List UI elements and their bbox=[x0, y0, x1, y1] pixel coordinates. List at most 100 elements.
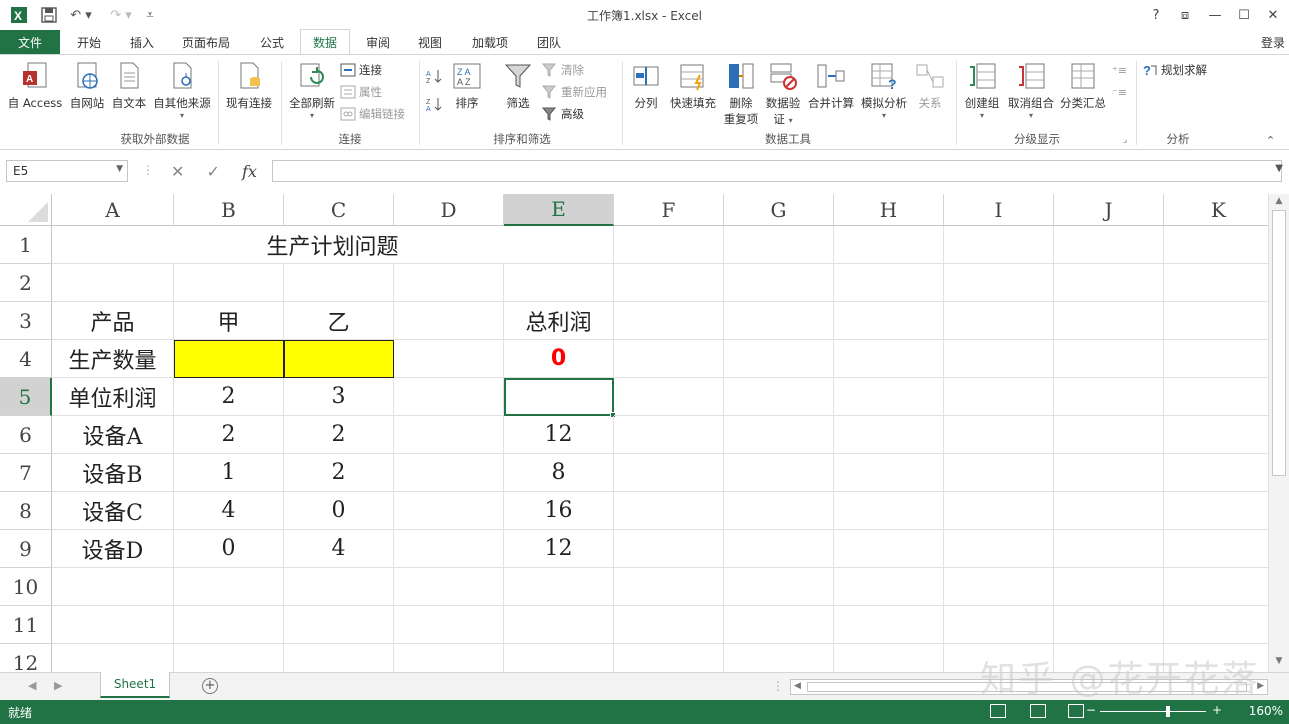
cell-g7[interactable] bbox=[724, 454, 834, 492]
cell-i3[interactable] bbox=[944, 302, 1054, 340]
cell-g1[interactable] bbox=[724, 226, 834, 264]
cell-e12[interactable] bbox=[504, 644, 614, 672]
cell-a11[interactable] bbox=[52, 606, 174, 644]
group-button[interactable]: 创建组 ▾ bbox=[960, 61, 1004, 120]
tab-splitter-icon[interactable]: ⋮ bbox=[772, 679, 784, 693]
column-header-j[interactable]: J bbox=[1054, 194, 1164, 226]
cell-d10[interactable] bbox=[394, 568, 504, 606]
cell-k4[interactable] bbox=[1164, 340, 1268, 378]
advanced-filter-button[interactable]: 高级 bbox=[542, 105, 584, 123]
zoom-out-icon[interactable]: − bbox=[1086, 703, 1096, 717]
cell-j1[interactable] bbox=[1054, 226, 1164, 264]
from-text-button[interactable]: 自文本 bbox=[108, 61, 150, 111]
cell-f2[interactable] bbox=[614, 264, 724, 302]
cell-c10[interactable] bbox=[284, 568, 394, 606]
tab-data[interactable]: 数据 bbox=[300, 29, 350, 55]
minimize-button[interactable]: — bbox=[1200, 4, 1230, 26]
tab-team[interactable]: 团队 bbox=[524, 30, 574, 54]
cell-f4[interactable] bbox=[614, 340, 724, 378]
cell-c4[interactable] bbox=[284, 340, 394, 378]
cell-h9[interactable] bbox=[834, 530, 944, 568]
help-button[interactable]: ? bbox=[1141, 4, 1171, 26]
cell-j4[interactable] bbox=[1054, 340, 1164, 378]
subtotal-button[interactable]: 分类汇总 bbox=[1058, 61, 1108, 111]
cell-k2[interactable] bbox=[1164, 264, 1268, 302]
cell-c2[interactable] bbox=[284, 264, 394, 302]
maximize-button[interactable]: ☐ bbox=[1229, 4, 1259, 26]
cell-h11[interactable] bbox=[834, 606, 944, 644]
formula-input[interactable] bbox=[272, 160, 1282, 182]
select-all-corner[interactable] bbox=[0, 194, 52, 226]
cell-g2[interactable] bbox=[724, 264, 834, 302]
cell-a3[interactable]: 产品 bbox=[52, 302, 174, 340]
flash-fill-button[interactable]: 快速填充 bbox=[666, 61, 720, 111]
cell-g3[interactable] bbox=[724, 302, 834, 340]
cell-h5[interactable] bbox=[834, 378, 944, 416]
outline-dialog-launcher-icon[interactable]: ⌟ bbox=[1123, 131, 1127, 149]
cell-a10[interactable] bbox=[52, 568, 174, 606]
column-header-i[interactable]: I bbox=[944, 194, 1054, 226]
cell-i2[interactable] bbox=[944, 264, 1054, 302]
cell-i8[interactable] bbox=[944, 492, 1054, 530]
cell-e8[interactable]: 16 bbox=[504, 492, 614, 530]
tab-home[interactable]: 开始 bbox=[64, 30, 114, 54]
ribbon-display-button[interactable]: ⧈ bbox=[1170, 4, 1200, 26]
cell-b7[interactable]: 1 bbox=[174, 454, 284, 492]
cell-j8[interactable] bbox=[1054, 492, 1164, 530]
zoom-slider-knob[interactable] bbox=[1166, 706, 1170, 717]
cell-b2[interactable] bbox=[174, 264, 284, 302]
name-box-dropdown-icon[interactable]: ▼ bbox=[116, 164, 123, 174]
cell-i1[interactable] bbox=[944, 226, 1054, 264]
cell-i11[interactable] bbox=[944, 606, 1054, 644]
cell-f6[interactable] bbox=[614, 416, 724, 454]
cell-g9[interactable] bbox=[724, 530, 834, 568]
cell-j6[interactable] bbox=[1054, 416, 1164, 454]
cell-e2[interactable] bbox=[504, 264, 614, 302]
column-header-b[interactable]: B bbox=[174, 194, 284, 226]
scroll-up-icon[interactable]: ▲ bbox=[1273, 196, 1285, 210]
column-header-f[interactable]: F bbox=[614, 194, 724, 226]
row-header-5[interactable]: 5 bbox=[0, 378, 52, 416]
tab-view[interactable]: 视图 bbox=[406, 30, 454, 54]
cell-d11[interactable] bbox=[394, 606, 504, 644]
relationships-button[interactable]: 关系 bbox=[912, 61, 948, 111]
row-header-12[interactable]: 12 bbox=[0, 644, 52, 672]
filter-button[interactable]: 筛选 bbox=[500, 61, 536, 111]
prev-sheet-icon[interactable]: ◀ bbox=[28, 679, 36, 692]
ungroup-button[interactable]: 取消组合 ▾ bbox=[1004, 61, 1058, 120]
cell-b9[interactable]: 0 bbox=[174, 530, 284, 568]
vertical-scrollbar[interactable]: ▲ ▼ bbox=[1268, 194, 1289, 672]
cell-g12[interactable] bbox=[724, 644, 834, 672]
cell-a6[interactable]: 设备A bbox=[52, 416, 174, 454]
cell-a12[interactable] bbox=[52, 644, 174, 672]
page-break-view-icon[interactable] bbox=[1068, 704, 1084, 718]
cell-g5[interactable] bbox=[724, 378, 834, 416]
column-header-k[interactable]: K bbox=[1164, 194, 1268, 226]
next-sheet-icon[interactable]: ▶ bbox=[54, 679, 62, 692]
cell-e10[interactable] bbox=[504, 568, 614, 606]
cell-f9[interactable] bbox=[614, 530, 724, 568]
clear-filter-button[interactable]: 清除 bbox=[542, 61, 584, 79]
cell-g6[interactable] bbox=[724, 416, 834, 454]
vertical-scroll-thumb[interactable] bbox=[1272, 210, 1286, 476]
cell-b10[interactable] bbox=[174, 568, 284, 606]
row-header-1[interactable]: 1 bbox=[0, 226, 52, 264]
cell-c12[interactable] bbox=[284, 644, 394, 672]
cell-c7[interactable]: 2 bbox=[284, 454, 394, 492]
cell-k10[interactable] bbox=[1164, 568, 1268, 606]
cell-c11[interactable] bbox=[284, 606, 394, 644]
column-header-e[interactable]: E bbox=[504, 194, 614, 226]
column-header-a[interactable]: A bbox=[52, 194, 174, 226]
cell-j9[interactable] bbox=[1054, 530, 1164, 568]
cell-k1[interactable] bbox=[1164, 226, 1268, 264]
cell-f8[interactable] bbox=[614, 492, 724, 530]
sort-descending-button[interactable]: ZA bbox=[426, 95, 445, 113]
enter-icon[interactable]: ✓ bbox=[207, 162, 220, 181]
cell-h1[interactable] bbox=[834, 226, 944, 264]
zoom-level[interactable]: 160% bbox=[1249, 704, 1283, 718]
reapply-button[interactable]: 重新应用 bbox=[542, 83, 607, 101]
cell-a4[interactable]: 生产数量 bbox=[52, 340, 174, 378]
zoom-in-icon[interactable]: + bbox=[1212, 703, 1222, 717]
cell-e5[interactable] bbox=[504, 378, 614, 416]
cell-i10[interactable] bbox=[944, 568, 1054, 606]
